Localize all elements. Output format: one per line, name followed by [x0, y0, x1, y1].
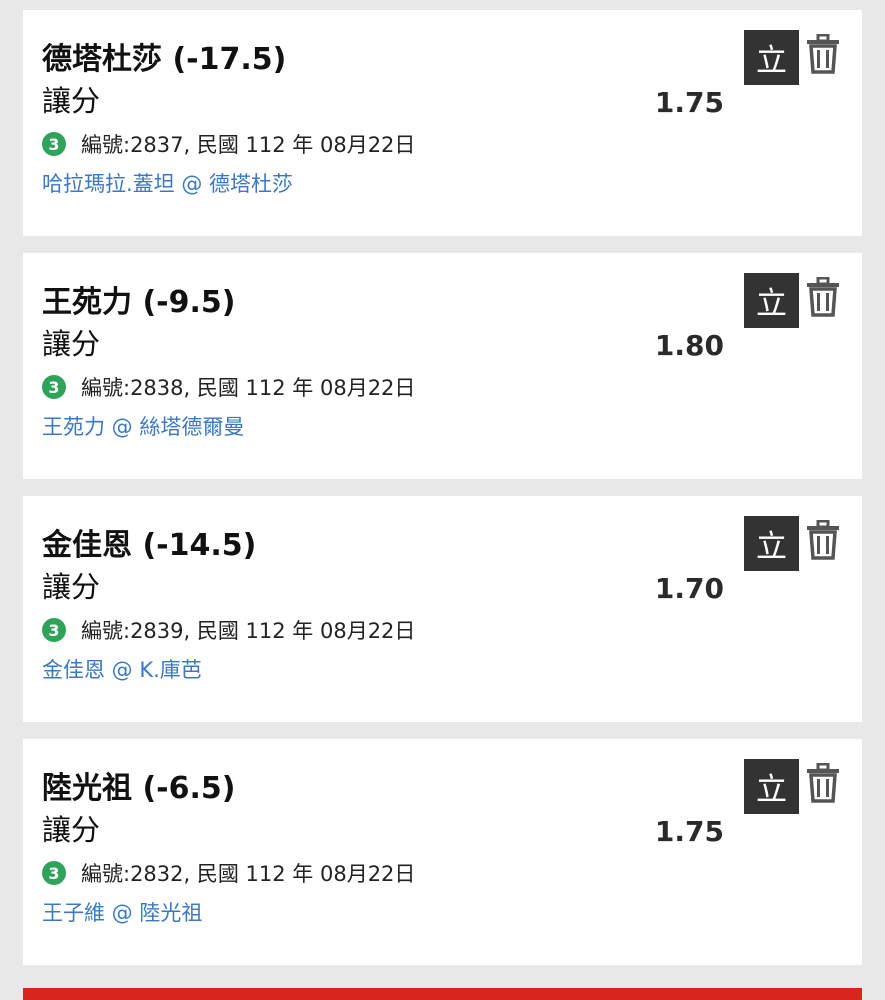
bet-info-row: 3 編號:2832, 民國 112 年 08月22日 [42, 859, 415, 887]
odds-value: 1.75 [654, 815, 724, 848]
bet-card: 王苑力 (-9.5) 讓分 1.80 3 編號:2838, 民國 112 年 0… [23, 253, 862, 479]
bet-card: 陸光祖 (-6.5) 讓分 1.75 3 編號:2832, 民國 112 年 0… [23, 739, 862, 965]
trash-icon[interactable] [804, 762, 842, 804]
number-badge-icon: 3 [42, 618, 66, 642]
bet-title: 金佳恩 (-14.5) [42, 528, 257, 563]
number-badge-icon: 3 [42, 375, 66, 399]
bet-type-label: 讓分 [42, 570, 101, 604]
stake-button[interactable]: 立 [744, 759, 799, 814]
stake-button[interactable]: 立 [744, 516, 799, 571]
number-badge-icon: 3 [42, 132, 66, 156]
trash-icon[interactable] [804, 519, 842, 561]
bet-type-label: 讓分 [42, 84, 101, 118]
odds-value: 1.75 [654, 86, 724, 119]
stake-button[interactable]: 立 [744, 30, 799, 85]
bet-info-row: 3 編號:2837, 民國 112 年 08月22日 [42, 130, 415, 158]
bet-card: 德塔杜莎 (-17.5) 讓分 1.75 3 編號:2837, 民國 112 年… [23, 10, 862, 236]
trash-icon[interactable] [804, 33, 842, 75]
number-badge-icon: 3 [42, 861, 66, 885]
bet-title: 德塔杜莎 (-17.5) [42, 42, 287, 77]
bet-type-label: 讓分 [42, 813, 101, 847]
matchup-link[interactable]: 王苑力 @ 絲塔德爾曼 [42, 411, 244, 441]
bet-title: 王苑力 (-9.5) [42, 285, 236, 320]
matchup-link[interactable]: 哈拉瑪拉.蓋坦 @ 德塔杜莎 [42, 168, 293, 198]
bet-slip-list: 德塔杜莎 (-17.5) 讓分 1.75 3 編號:2837, 民國 112 年… [0, 0, 885, 1000]
matchup-link[interactable]: 王子維 @ 陸光祖 [42, 897, 202, 927]
odds-value: 1.70 [654, 572, 724, 605]
bet-info-text: 編號:2832, 民國 112 年 08月22日 [81, 862, 416, 886]
bet-info-row: 3 編號:2839, 民國 112 年 08月22日 [42, 616, 415, 644]
stake-button[interactable]: 立 [744, 273, 799, 328]
trash-icon[interactable] [804, 276, 842, 318]
bet-card: 金佳恩 (-14.5) 讓分 1.70 3 編號:2839, 民國 112 年 … [23, 496, 862, 722]
bet-info-text: 編號:2837, 民國 112 年 08月22日 [81, 133, 416, 157]
bet-info-row: 3 編號:2838, 民國 112 年 08月22日 [42, 373, 415, 401]
bet-type-label: 讓分 [42, 327, 101, 361]
odds-value: 1.80 [654, 329, 724, 362]
matchup-link[interactable]: 金佳恩 @ K.庫芭 [42, 654, 202, 684]
bet-title: 陸光祖 (-6.5) [42, 771, 236, 806]
bottom-action-bar[interactable] [23, 988, 862, 1000]
bet-info-text: 編號:2838, 民國 112 年 08月22日 [81, 376, 416, 400]
bet-info-text: 編號:2839, 民國 112 年 08月22日 [81, 619, 416, 643]
